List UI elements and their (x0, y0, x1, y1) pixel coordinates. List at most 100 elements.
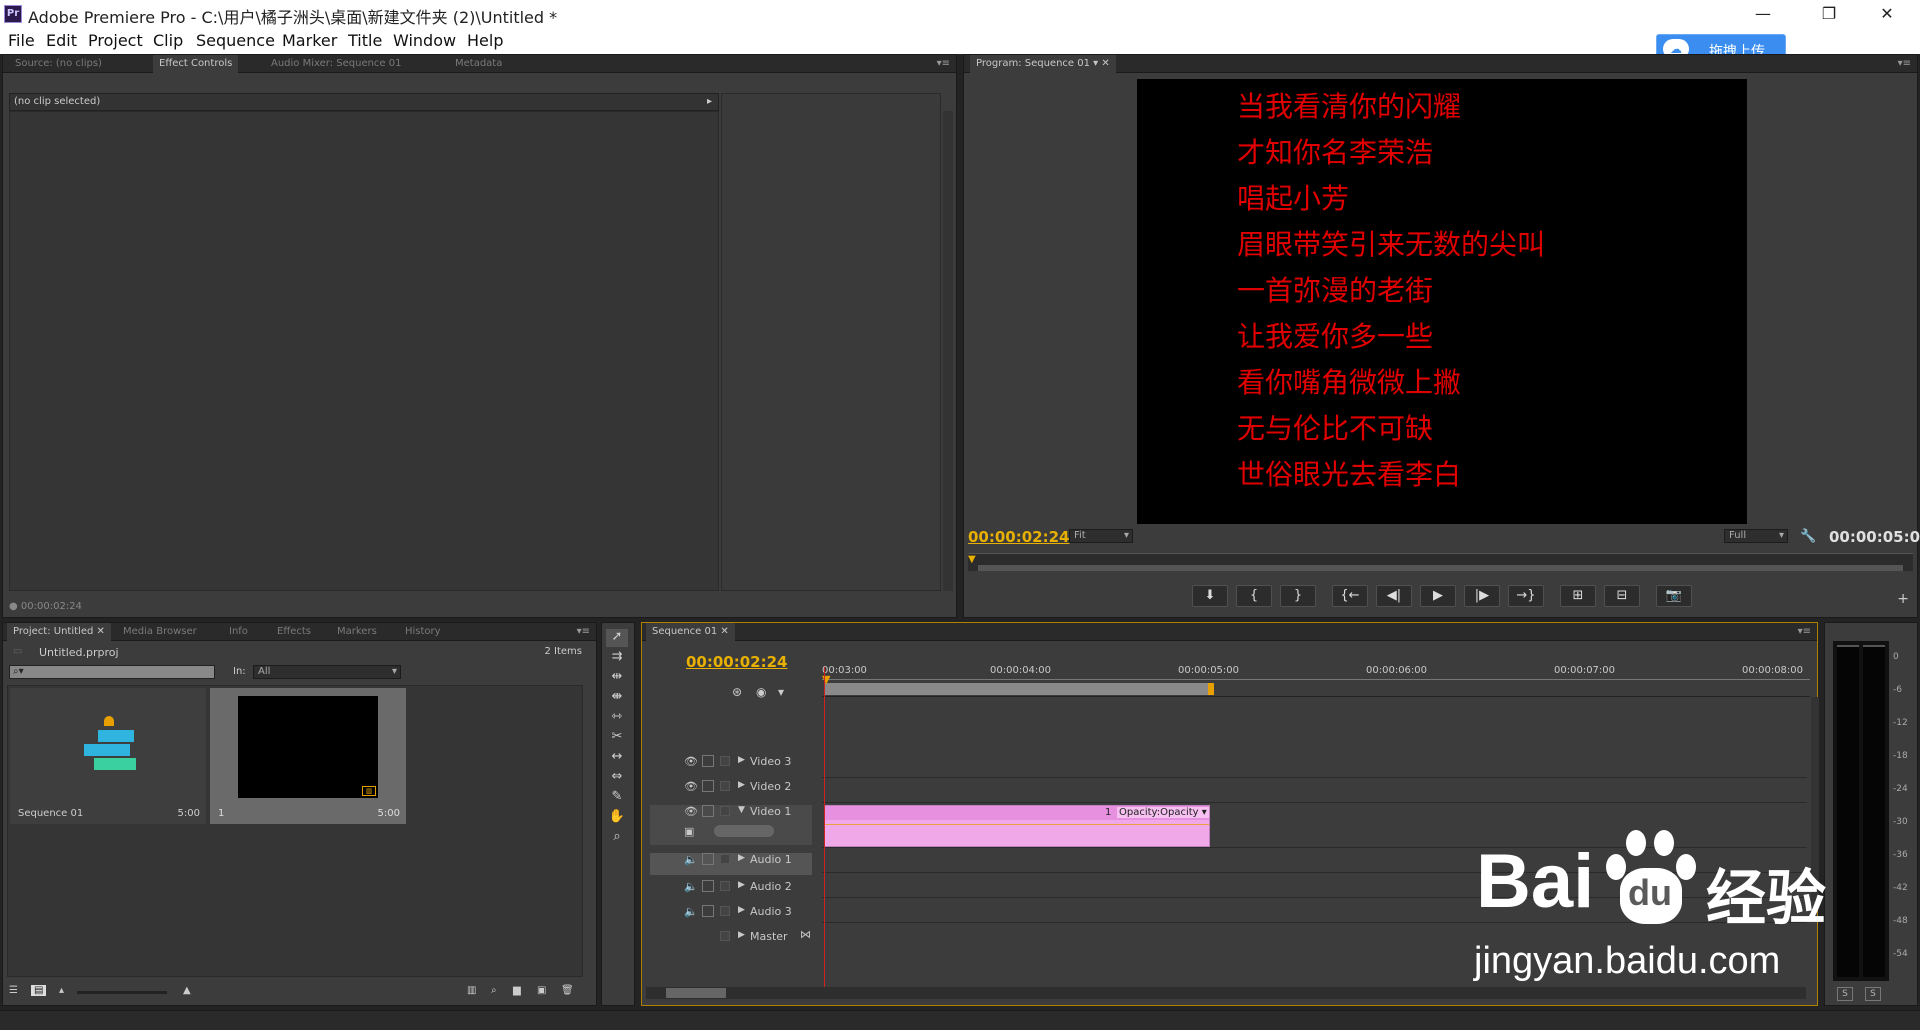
menu-help[interactable]: Help (467, 31, 503, 50)
tab-effects[interactable]: Effects (271, 623, 317, 641)
opacity-rubberband[interactable] (825, 824, 1209, 825)
set-marker-icon[interactable]: ◉ (756, 685, 766, 699)
track-select-tool-icon[interactable]: ⇉ (606, 649, 628, 667)
track-video-1[interactable]: 👁 ▼ Video 1 ▣ (650, 805, 812, 845)
expand-arrow-icon[interactable]: ▶ (738, 880, 745, 890)
eye-icon[interactable]: 👁 (684, 780, 698, 793)
video-clip[interactable]: 1 Opacity:Opacity ▾ (824, 805, 1210, 847)
speaker-icon[interactable]: 🔈 (684, 853, 698, 866)
sync-lock-toggle[interactable] (720, 806, 730, 816)
tab-sequence[interactable]: Sequence 01 ✕ (646, 623, 735, 641)
timeline-ruler[interactable]: 00:03:00 00:00:04:00 00:00:05:00 00:00:0… (822, 661, 1810, 697)
expand-arrow-icon[interactable]: ▶ (738, 905, 745, 915)
menu-title[interactable]: Title (348, 31, 382, 50)
tab-history[interactable]: History (399, 623, 447, 641)
step-back-button[interactable]: ◀| (1376, 585, 1412, 607)
expand-arrow-icon[interactable]: ▶ (738, 930, 745, 940)
icon-view-icon[interactable]: ▤ (31, 985, 47, 996)
program-current-timecode[interactable]: 00:00:02:24 (968, 528, 1070, 546)
vertical-scrollbar[interactable] (943, 111, 953, 591)
zoom-out-icon[interactable]: ▴ (59, 985, 64, 996)
step-forward-button[interactable]: |▶ (1464, 585, 1500, 607)
minimize-button[interactable]: — (1740, 0, 1786, 28)
expand-arrow-icon[interactable]: ▶ (738, 755, 745, 765)
tab-audio-mixer[interactable]: Audio Mixer: Sequence 01 (265, 55, 407, 73)
tab-source[interactable]: Source: (no clips) (9, 55, 108, 73)
project-item-clip[interactable]: ▥ 1 5:00 (210, 688, 406, 824)
play-button[interactable]: ▶ (1420, 585, 1456, 607)
zoom-scrollbar[interactable] (978, 565, 1903, 571)
clip-effect-menu[interactable]: Opacity:Opacity ▾ (1117, 807, 1209, 818)
list-view-icon[interactable]: ☰ (9, 985, 18, 996)
timeline-current-timecode[interactable]: 00:00:02:24 (686, 653, 788, 671)
lift-button[interactable]: ⊞ (1560, 585, 1596, 607)
razor-tool-icon[interactable]: ✂ (606, 729, 628, 747)
slip-tool-icon[interactable]: ↔ (606, 749, 628, 767)
collapse-arrow-icon[interactable]: ▼ (738, 805, 745, 815)
keyframe-navigator[interactable] (714, 825, 774, 837)
tab-info[interactable]: Info (223, 623, 254, 641)
panel-menu-icon[interactable]: ▾≡ (1798, 626, 1811, 637)
lock-icon[interactable] (702, 755, 714, 767)
tab-project[interactable]: Project: Untitled ✕ (7, 623, 111, 641)
tab-program[interactable]: Program: Sequence 01 ▾ ✕ (970, 55, 1116, 73)
eye-icon[interactable]: 👁 (684, 805, 698, 818)
zoom-select[interactable]: Fit (1069, 529, 1133, 543)
mark-out-button[interactable]: } (1280, 585, 1316, 607)
sync-lock-toggle[interactable] (720, 756, 730, 766)
trash-icon[interactable]: 🗑 (561, 985, 574, 996)
mark-in-button[interactable]: { (1236, 585, 1272, 607)
menu-marker[interactable]: Marker (282, 31, 337, 50)
eye-icon[interactable]: 👁 (684, 755, 698, 768)
in-select[interactable]: All (253, 665, 401, 679)
speaker-icon[interactable]: 🔈 (684, 905, 698, 918)
sync-lock-toggle[interactable] (720, 906, 730, 916)
zoom-in-icon[interactable]: ▲ (183, 985, 191, 996)
snap-icon[interactable]: ⊛ (732, 685, 742, 699)
lock-icon[interactable] (702, 780, 714, 792)
tab-metadata[interactable]: Metadata (449, 55, 508, 73)
extract-button[interactable]: ⊟ (1604, 585, 1640, 607)
menu-edit[interactable]: Edit (46, 31, 77, 50)
menu-file[interactable]: File (8, 31, 35, 50)
sync-lock-toggle[interactable] (720, 854, 730, 864)
tab-media-browser[interactable]: Media Browser (117, 623, 203, 641)
selection-tool-icon[interactable]: ➚ (606, 629, 628, 647)
new-item-icon[interactable]: ▣ (537, 985, 546, 996)
sync-lock-toggle[interactable] (720, 931, 730, 941)
display-style-icon[interactable]: ▣ (684, 825, 694, 838)
automate-to-sequence-icon[interactable]: ▥ (467, 985, 476, 996)
menu-project[interactable]: Project (88, 31, 143, 50)
hand-tool-icon[interactable]: ✋ (606, 809, 628, 827)
menu-sequence[interactable]: Sequence (196, 31, 275, 50)
speaker-icon[interactable]: 🔈 (684, 880, 698, 893)
lock-icon[interactable] (702, 880, 714, 892)
sync-lock-toggle[interactable] (720, 881, 730, 891)
tab-markers[interactable]: Markers (331, 623, 383, 641)
thumbnail-size-slider[interactable] (77, 991, 167, 994)
tab-effect-controls[interactable]: Effect Controls (153, 55, 239, 73)
lock-icon[interactable] (702, 805, 714, 817)
scrollbar-thumb[interactable] (666, 988, 726, 998)
close-button[interactable]: ✕ (1864, 0, 1910, 28)
ripple-edit-tool-icon[interactable]: ⇹ (606, 669, 628, 687)
pen-tool-icon[interactable]: ✎ (606, 789, 628, 807)
expand-arrow-icon[interactable]: ▶ (738, 780, 745, 790)
wrench-icon[interactable]: 🔧 (1800, 529, 1816, 544)
add-marker-button[interactable]: ⬇ (1192, 585, 1228, 607)
project-search-input[interactable]: ⌕▾ (9, 665, 215, 679)
project-item-sequence[interactable]: Sequence 01 5:00 (10, 688, 206, 824)
panel-menu-icon[interactable]: ▾≡ (1898, 58, 1911, 69)
expand-arrow-icon[interactable]: ▶ (738, 853, 745, 863)
new-bin-icon[interactable]: ▆ (513, 985, 521, 996)
menu-window[interactable]: Window (393, 31, 456, 50)
work-area-bar[interactable] (824, 683, 1212, 695)
solo-right-button[interactable]: S (1865, 987, 1881, 1001)
maximize-button[interactable]: ❐ (1806, 0, 1852, 28)
solo-left-button[interactable]: S (1837, 987, 1853, 1001)
lock-icon[interactable] (702, 853, 714, 865)
zoom-tool-icon[interactable]: ⌕ (606, 829, 628, 847)
expand-arrow-icon[interactable]: ▸ (707, 94, 712, 110)
rate-stretch-tool-icon[interactable]: ⇿ (606, 709, 628, 727)
go-to-out-button[interactable]: →} (1508, 585, 1544, 607)
